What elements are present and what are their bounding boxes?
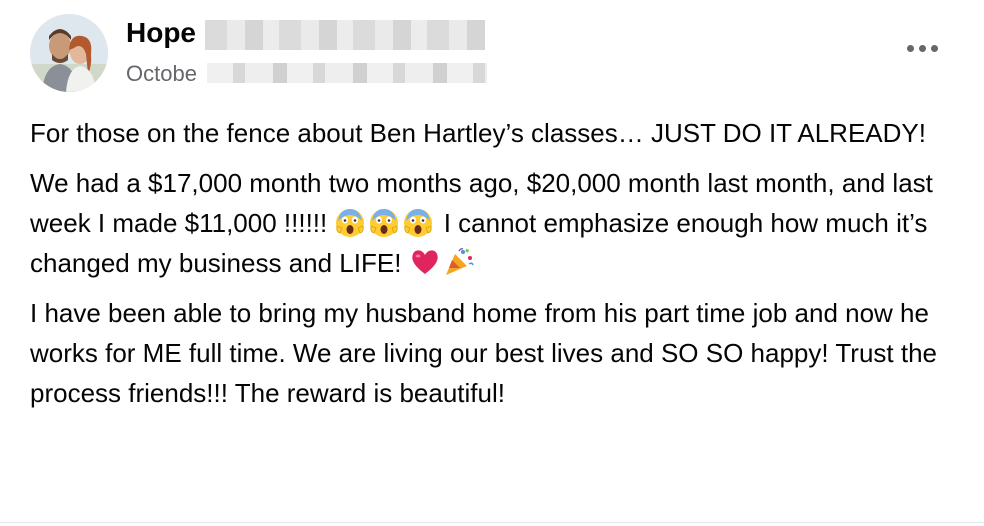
post-paragraph: We had a $17,000 month two months ago, $…: [30, 163, 950, 283]
more-dot-icon: [906, 44, 914, 52]
screaming-face-icon: [404, 209, 433, 237]
facebook-post: Hope Octobe For those on the fence about…: [0, 0, 984, 526]
avatar-photo: [30, 14, 108, 92]
divider: [0, 522, 984, 523]
redacted-surname: [205, 20, 485, 50]
more-dot-icon: [930, 44, 938, 52]
post-paragraph: I have been able to bring my husband hom…: [30, 298, 937, 408]
post-body: For those on the fence about Ben Hartley…: [30, 113, 950, 423]
avatar[interactable]: [30, 14, 108, 92]
more-options-button[interactable]: [900, 34, 944, 62]
more-dot-icon: [918, 44, 926, 52]
screaming-face-icon: [370, 209, 399, 237]
post-date[interactable]: Octobe: [126, 60, 197, 88]
screaming-face-icon: [336, 209, 365, 237]
red-heart-icon: [411, 250, 438, 274]
redacted-date: [207, 63, 487, 83]
author-name[interactable]: Hope: [126, 16, 196, 50]
party-popper-icon: [445, 248, 474, 275]
post-paragraph: For those on the fence about Ben Hartley…: [30, 118, 926, 148]
